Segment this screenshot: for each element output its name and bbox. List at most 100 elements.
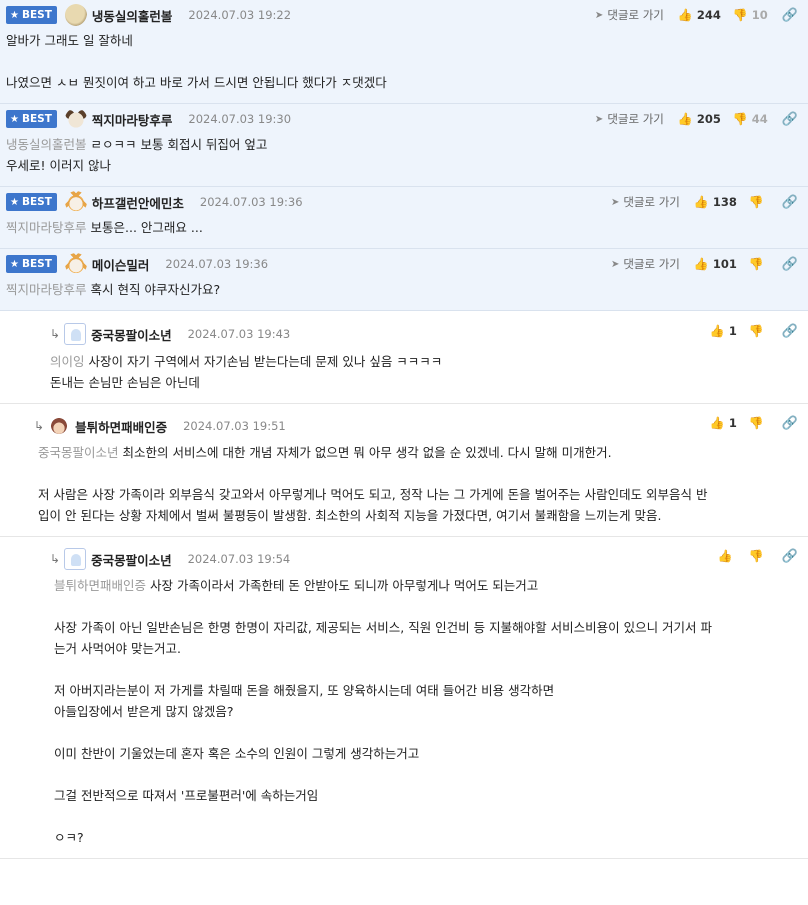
thumbs-up-icon: 👍: [717, 549, 733, 563]
thumbs-down-icon: 👎: [748, 195, 764, 209]
comment-header: ★ BEST 찍지마라탕후루 2024.07.03 19:30 ➤ 댓글로 가기 👍…: [6, 104, 808, 134]
nickname[interactable]: 메이슨밀러: [92, 255, 150, 274]
reply-arrow-icon: ↳: [50, 552, 61, 566]
best-badge: ★ BEST: [6, 110, 57, 128]
thumbs-down-icon: 👎: [748, 257, 764, 271]
mention[interactable]: 중국몽팔이소년: [38, 445, 119, 460]
timestamp: 2024.07.03 19:36: [199, 195, 303, 209]
downvote-button[interactable]: 👎: [749, 195, 768, 209]
best-badge: ★ BEST: [6, 6, 57, 24]
comment-body: 중국몽팔이소년 최소한의 서비스에 대한 개념 자체가 없으면 뭐 아무 생각 없…: [38, 445, 708, 523]
timestamp: 2024.07.03 19:51: [183, 419, 286, 433]
avatar[interactable]: [64, 548, 87, 570]
avatar[interactable]: [64, 191, 87, 213]
comment-reply: ↳ 중국몽팔이소년 2024.07.03 19:54 👍 👎 🔗 블튀하면패배인…: [0, 537, 808, 859]
comment-tools: 👍 1 👎 🔗: [710, 311, 798, 351]
link-icon[interactable]: 🔗: [782, 8, 798, 23]
link-icon[interactable]: 🔗: [782, 416, 798, 431]
upvote-button[interactable]: 👍 101: [694, 257, 737, 271]
link-icon[interactable]: 🔗: [782, 195, 798, 210]
upvote-button[interactable]: 👍 138: [694, 195, 737, 209]
goto-comment-link[interactable]: ➤ 댓글로 가기: [595, 111, 664, 127]
goto-comment-link[interactable]: ➤ 댓글로 가기: [611, 194, 680, 210]
comment-tools: ➤ 댓글로 가기 👍 244 👎 10 🔗: [595, 0, 798, 30]
best-badge: ★ BEST: [6, 255, 57, 273]
comment-tools: 👍 👎 🔗: [718, 537, 798, 575]
mention[interactable]: 찍지마라탕후루: [6, 220, 87, 235]
comment-best: ★ BEST 메이슨밀러 2024.07.03 19:36 ➤ 댓글로 가기 👍 10…: [0, 249, 808, 311]
nickname[interactable]: 찍지마라탕후루: [92, 110, 173, 129]
star-icon: ★: [10, 196, 19, 208]
star-icon: ★: [10, 258, 19, 270]
star-icon: ★: [10, 113, 19, 125]
reply-arrow-icon: ↳: [34, 419, 45, 433]
thumbs-down-icon: 👎: [748, 549, 764, 563]
arrow-icon: ➤: [594, 113, 604, 125]
mention[interactable]: 찍지마라탕후루: [6, 282, 87, 297]
thumbs-up-icon: 👍: [693, 195, 709, 209]
timestamp: 2024.07.03 19:54: [187, 552, 291, 566]
comment-header: ★ BEST 하프갤런안에민초 2024.07.03 19:36 ➤ 댓글로 가기 …: [6, 187, 808, 217]
star-icon: ★: [10, 9, 19, 21]
downvote-button[interactable]: 👎: [749, 416, 768, 430]
comment-tools: 👍 1 👎 🔗: [710, 404, 798, 442]
downvote-button[interactable]: 👎: [749, 257, 768, 271]
upvote-button[interactable]: 👍: [718, 549, 737, 563]
best-badge: ★ BEST: [6, 193, 57, 211]
upvote-button[interactable]: 👍 1: [710, 416, 737, 430]
avatar[interactable]: [64, 108, 87, 130]
thumbs-down-icon: 👎: [732, 8, 748, 22]
nickname[interactable]: 블튀하면패배인증: [75, 417, 167, 436]
link-icon[interactable]: 🔗: [782, 324, 798, 339]
comment-header: ↳ 중국몽팔이소년 2024.07.03 19:54 👍 👎 🔗: [0, 537, 808, 575]
mention[interactable]: 블튀하면패배인증: [54, 578, 146, 593]
nickname[interactable]: 중국몽팔이소년: [91, 550, 172, 569]
arrow-icon: ➤: [594, 9, 604, 21]
comment-body: 냉동실의홀런볼 ㄹㅇㅋㅋ 보통 회접시 뒤집어 엎고 우세로! 이러지 않나: [6, 137, 268, 173]
comment-header: ↳ 블튀하면패배인증 2024.07.03 19:51 👍 1 👎 🔗: [0, 404, 808, 442]
avatar[interactable]: [64, 323, 87, 345]
comment-best: ★ BEST 찍지마라탕후루 2024.07.03 19:30 ➤ 댓글로 가기 👍…: [0, 104, 808, 187]
thumbs-down-icon: 👎: [732, 112, 748, 126]
downvote-button[interactable]: 👎: [749, 324, 768, 338]
goto-comment-link[interactable]: ➤ 댓글로 가기: [595, 7, 664, 23]
timestamp: 2024.07.03 19:36: [165, 257, 269, 271]
mention[interactable]: 의이잉: [50, 354, 85, 369]
thumbs-up-icon: 👍: [709, 324, 725, 338]
reply-arrow-icon: ↳: [50, 327, 61, 341]
downvote-button[interactable]: 👎 10: [733, 8, 768, 22]
comment-body: 알바가 그래도 일 잘하네 나였으면 ㅅㅂ 뭔짓이여 하고 바로 가서 드시면 …: [6, 33, 387, 90]
comment-reply: ↳ 블튀하면패배인증 2024.07.03 19:51 👍 1 👎 🔗 중국몽팔이…: [0, 404, 808, 537]
arrow-icon: ➤: [610, 258, 620, 270]
comment-best: ★ BEST 하프갤런안에민초 2024.07.03 19:36 ➤ 댓글로 가기 …: [0, 187, 808, 249]
arrow-icon: ➤: [610, 196, 620, 208]
mention[interactable]: 냉동실의홀런볼: [6, 137, 87, 152]
upvote-button[interactable]: 👍 244: [678, 8, 721, 22]
avatar[interactable]: [48, 415, 71, 437]
thumbs-up-icon: 👍: [709, 416, 725, 430]
timestamp: 2024.07.03 19:30: [188, 112, 292, 126]
nickname[interactable]: 냉동실의홀런볼: [92, 6, 173, 25]
comment-reply: ↳ 중국몽팔이소년 2024.07.03 19:43 👍 1 👎 🔗 의이잉 사장이…: [0, 311, 808, 404]
thumbs-down-icon: 👎: [748, 416, 764, 430]
upvote-button[interactable]: 👍 1: [710, 324, 737, 338]
link-icon[interactable]: 🔗: [782, 112, 798, 127]
comment-body: 찍지마라탕후루 혹시 현직 야쿠자신가요?: [6, 282, 221, 297]
comment-body: 찍지마라탕후루 보통은... 안그래요 ...: [6, 220, 203, 235]
downvote-button[interactable]: 👎: [749, 549, 768, 563]
nickname[interactable]: 중국몽팔이소년: [91, 325, 172, 344]
goto-comment-link[interactable]: ➤ 댓글로 가기: [611, 256, 680, 272]
avatar[interactable]: [64, 4, 87, 26]
thumbs-up-icon: 👍: [677, 8, 693, 22]
comment-body: 블튀하면패배인증 사장 가족이라서 가족한테 돈 안받아도 되니까 아무렇게나 먹…: [54, 578, 713, 845]
thumbs-down-icon: 👎: [748, 324, 764, 338]
upvote-button[interactable]: 👍 205: [678, 112, 721, 126]
comment-tools: ➤ 댓글로 가기 👍 101 👎 🔗: [611, 249, 798, 279]
avatar[interactable]: [64, 253, 87, 275]
comment-tools: ➤ 댓글로 가기 👍 205 👎 44 🔗: [595, 104, 798, 134]
nickname[interactable]: 하프갤런안에민초: [92, 193, 184, 212]
downvote-button[interactable]: 👎 44: [733, 112, 768, 126]
thumbs-up-icon: 👍: [693, 257, 709, 271]
link-icon[interactable]: 🔗: [782, 549, 798, 564]
link-icon[interactable]: 🔗: [782, 257, 798, 272]
